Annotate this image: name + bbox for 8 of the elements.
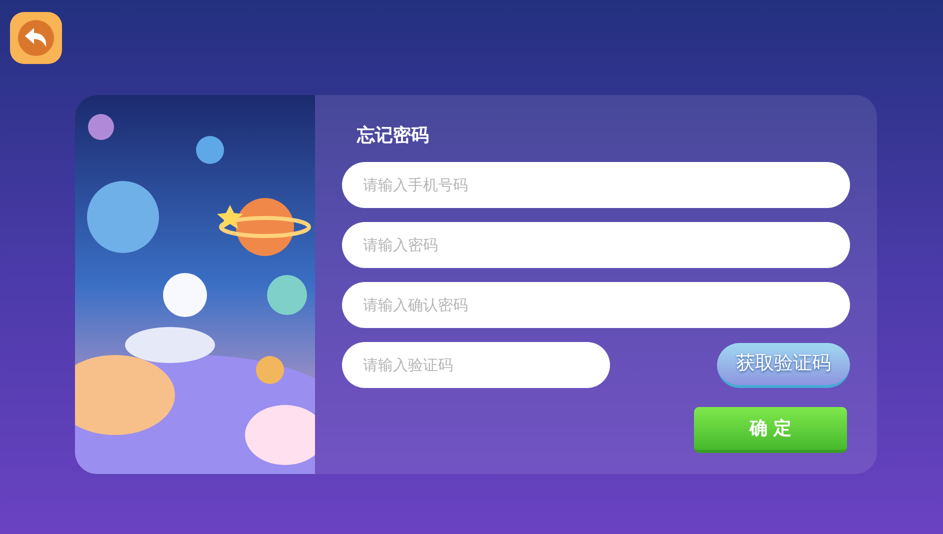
- back-button[interactable]: [10, 12, 62, 64]
- text-field[interactable]: 请输入密码: [342, 222, 850, 268]
- confirm-button[interactable]: 确 定: [694, 407, 847, 453]
- get-code-button[interactable]: 获取验证码: [717, 342, 850, 388]
- text-field[interactable]: 请输入手机号码: [342, 162, 850, 208]
- text-field[interactable]: 请输入确认密码: [342, 282, 850, 328]
- form-title: 忘记密码: [356, 124, 430, 148]
- verification-code-field[interactable]: 请输入验证码: [342, 342, 610, 388]
